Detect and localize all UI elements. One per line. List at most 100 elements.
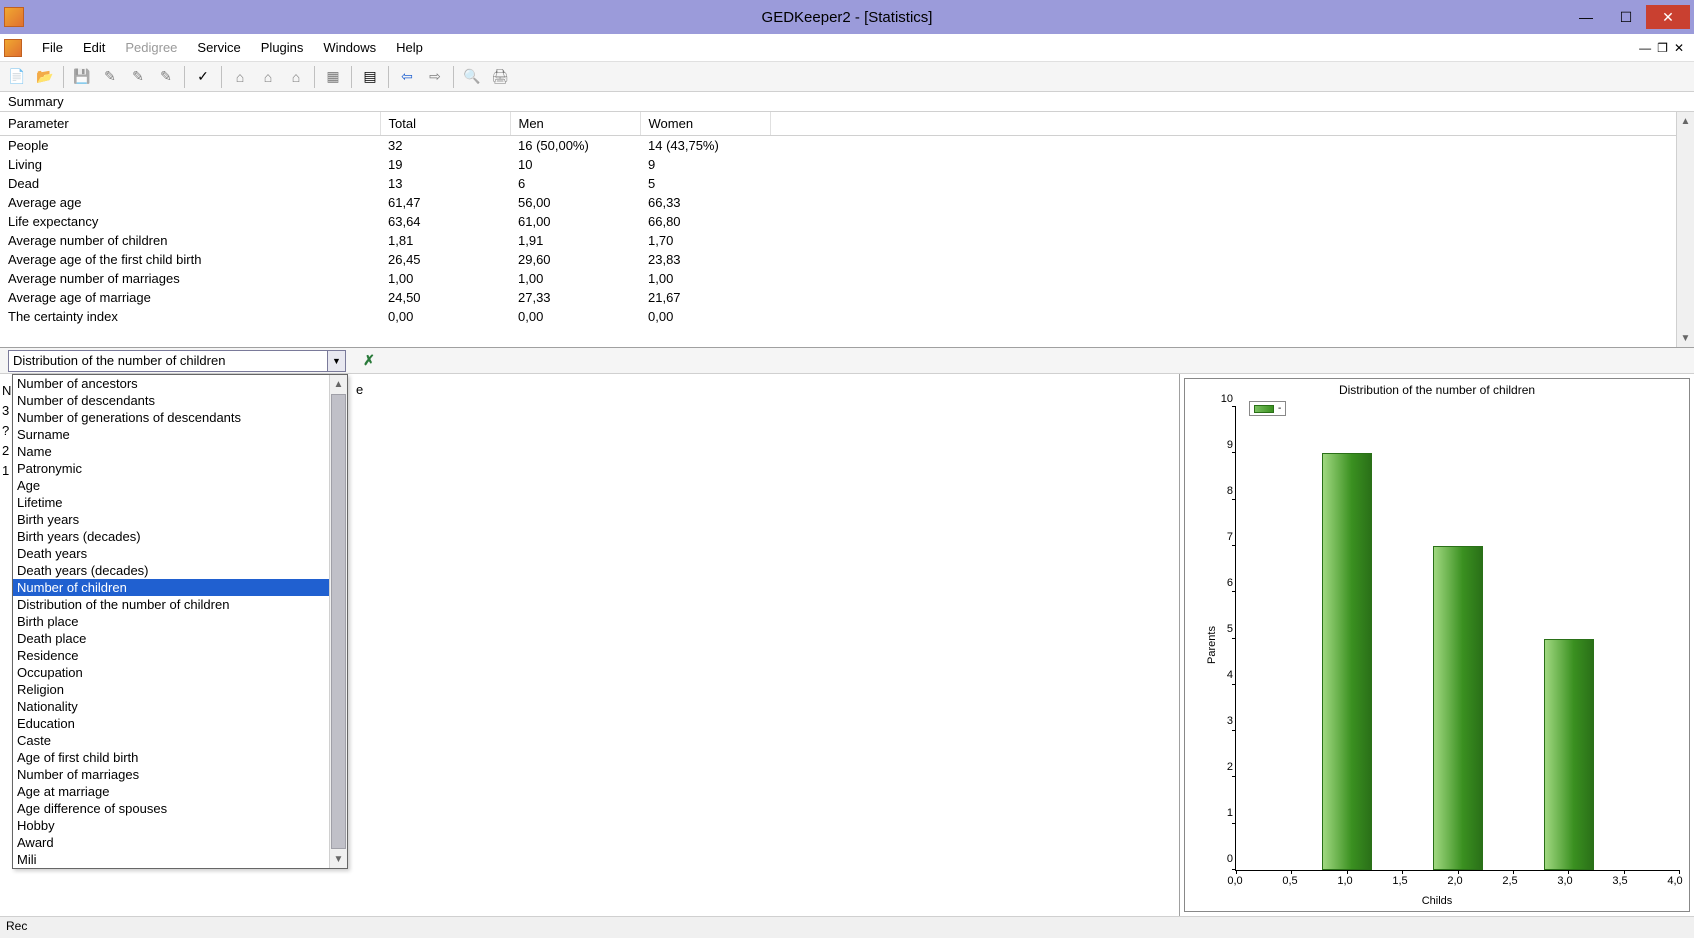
tree-ancestors-icon[interactable]: ⌂ bbox=[227, 65, 253, 89]
menu-edit[interactable]: Edit bbox=[73, 36, 115, 59]
header-total[interactable]: Total bbox=[380, 112, 510, 136]
dropdown-option[interactable]: Religion bbox=[13, 681, 329, 698]
dropdown-option[interactable]: Birth place bbox=[13, 613, 329, 630]
dropdown-option[interactable]: Occupation bbox=[13, 664, 329, 681]
dropdown-option[interactable]: Number of marriages bbox=[13, 766, 329, 783]
toolbar-separator bbox=[63, 66, 64, 88]
menu-windows[interactable]: Windows bbox=[313, 36, 386, 59]
print-icon[interactable]: 🖨 bbox=[487, 65, 513, 89]
table-cell: 29,60 bbox=[510, 250, 640, 269]
table-row[interactable]: Living19109 bbox=[0, 155, 1694, 174]
table-cell: 10 bbox=[510, 155, 640, 174]
dropdown-option[interactable]: Birth years bbox=[13, 511, 329, 528]
dropdown-option[interactable]: Age of first child birth bbox=[13, 749, 329, 766]
dropdown-option[interactable]: Age difference of spouses bbox=[13, 800, 329, 817]
dropdown-option[interactable]: Distribution of the number of children bbox=[13, 596, 329, 613]
table-cell: 9 bbox=[640, 155, 770, 174]
tree-descendants-icon[interactable]: ⌂ bbox=[255, 65, 281, 89]
table-cell: 32 bbox=[380, 136, 510, 156]
table-row[interactable]: Average age of marriage24,5027,3321,67 bbox=[0, 288, 1694, 307]
filter-icon[interactable]: ✓ bbox=[190, 65, 216, 89]
dropdown-option[interactable]: Mili bbox=[13, 851, 329, 868]
dropdown-option[interactable]: Number of generations of descendants bbox=[13, 409, 329, 426]
toolbar-separator bbox=[388, 66, 389, 88]
menu-file[interactable]: File bbox=[32, 36, 73, 59]
stats-icon[interactable]: ▤ bbox=[357, 65, 383, 89]
edit-record-icon[interactable]: ✎ bbox=[97, 65, 123, 89]
menu-help[interactable]: Help bbox=[386, 36, 433, 59]
dropdown-option[interactable]: Death years (decades) bbox=[13, 562, 329, 579]
header-women[interactable]: Women bbox=[640, 112, 770, 136]
scroll-thumb[interactable] bbox=[331, 394, 346, 849]
table-row[interactable]: Average number of children1,811,911,70 bbox=[0, 231, 1694, 250]
delete-record-icon[interactable]: ✎ bbox=[153, 65, 179, 89]
dropdown-option[interactable]: Number of descendants bbox=[13, 392, 329, 409]
table-cell: 66,33 bbox=[640, 193, 770, 212]
table-scrollbar[interactable]: ▲ ▼ bbox=[1676, 112, 1694, 347]
menu-service[interactable]: Service bbox=[187, 36, 250, 59]
table-row[interactable]: The certainty index0,000,000,00 bbox=[0, 307, 1694, 326]
x-tick-label: 4,0 bbox=[1667, 875, 1682, 887]
chevron-down-icon[interactable]: ▼ bbox=[328, 350, 346, 372]
export-excel-icon[interactable]: ✗ bbox=[358, 350, 380, 372]
dropdown-option[interactable]: Surname bbox=[13, 426, 329, 443]
maximize-button[interactable]: ☐ bbox=[1606, 5, 1646, 29]
scroll-up-icon[interactable]: ▲ bbox=[1677, 112, 1694, 130]
dropdown-option[interactable]: Residence bbox=[13, 647, 329, 664]
scroll-down-icon[interactable]: ▼ bbox=[330, 850, 347, 868]
dropdown-option[interactable]: Death place bbox=[13, 630, 329, 647]
dropdown-option[interactable]: Age bbox=[13, 477, 329, 494]
dropdown-option[interactable]: Caste bbox=[13, 732, 329, 749]
dropdown-option[interactable]: Age at marriage bbox=[13, 783, 329, 800]
close-button[interactable]: ✕ bbox=[1646, 5, 1690, 29]
dropdown-option[interactable]: Number of children bbox=[13, 579, 329, 596]
nav-back-icon[interactable]: ⇦ bbox=[394, 65, 420, 89]
chart-plot-area bbox=[1235, 407, 1679, 871]
distribution-dropdown-list[interactable]: Number of ancestorsNumber of descendants… bbox=[12, 374, 348, 869]
statusbar-text: Rec bbox=[6, 919, 27, 933]
dropdown-option[interactable]: Lifetime bbox=[13, 494, 329, 511]
menu-plugins[interactable]: Plugins bbox=[251, 36, 314, 59]
dropdown-option[interactable]: Nationality bbox=[13, 698, 329, 715]
distribution-combo[interactable]: Distribution of the number of children ▼ bbox=[8, 350, 346, 372]
dropdown-option[interactable]: Number of ancestors bbox=[13, 375, 329, 392]
add-record-icon[interactable]: ✎ bbox=[125, 65, 151, 89]
table-row[interactable]: Average age61,4756,0066,33 bbox=[0, 193, 1694, 212]
preview-icon[interactable]: 🔍 bbox=[459, 65, 485, 89]
open-file-icon[interactable]: 📂 bbox=[32, 65, 58, 89]
scroll-up-icon[interactable]: ▲ bbox=[330, 375, 347, 393]
x-tick-label: 3,0 bbox=[1557, 875, 1572, 887]
table-row[interactable]: Average number of marriages1,001,001,00 bbox=[0, 269, 1694, 288]
minimize-button[interactable]: — bbox=[1566, 5, 1606, 29]
nav-forward-icon[interactable]: ⇨ bbox=[422, 65, 448, 89]
mdi-minimize-button[interactable]: — bbox=[1639, 41, 1651, 55]
dropdown-option[interactable]: Birth years (decades) bbox=[13, 528, 329, 545]
dropdown-scrollbar[interactable]: ▲ ▼ bbox=[329, 375, 347, 868]
dropdown-option[interactable]: Education bbox=[13, 715, 329, 732]
table-row[interactable]: People3216 (50,00%)14 (43,75%) bbox=[0, 136, 1694, 156]
y-tick-label: 7 bbox=[1219, 531, 1233, 543]
dropdown-option[interactable]: Death years bbox=[13, 545, 329, 562]
header-men[interactable]: Men bbox=[510, 112, 640, 136]
chart-pane: Distribution of the number of children -… bbox=[1180, 374, 1694, 916]
dropdown-option[interactable]: Patronymic bbox=[13, 460, 329, 477]
table-row[interactable]: Dead1365 bbox=[0, 174, 1694, 193]
distribution-toolbar: Distribution of the number of children ▼… bbox=[0, 348, 1694, 374]
scroll-down-icon[interactable]: ▼ bbox=[1677, 329, 1694, 347]
table-row[interactable]: Average age of the first child birth26,4… bbox=[0, 250, 1694, 269]
save-icon[interactable]: 💾 bbox=[69, 65, 95, 89]
dropdown-option[interactable]: Name bbox=[13, 443, 329, 460]
mdi-restore-button[interactable]: ❐ bbox=[1657, 41, 1668, 55]
new-file-icon[interactable]: 📄 bbox=[4, 65, 30, 89]
tree-both-icon[interactable]: ⌂ bbox=[283, 65, 309, 89]
table-cell: 23,83 bbox=[640, 250, 770, 269]
dropdown-option[interactable]: Hobby bbox=[13, 817, 329, 834]
header-parameter[interactable]: Parameter bbox=[0, 112, 380, 136]
header-spacer bbox=[770, 112, 1694, 136]
combo-selected-text[interactable]: Distribution of the number of children bbox=[8, 350, 328, 372]
mdi-close-button[interactable]: ✕ bbox=[1674, 41, 1684, 55]
table-row[interactable]: Life expectancy63,6461,0066,80 bbox=[0, 212, 1694, 231]
menu-pedigree[interactable]: Pedigree bbox=[115, 36, 187, 59]
dropdown-option[interactable]: Award bbox=[13, 834, 329, 851]
pedigree-icon[interactable]: ▦ bbox=[320, 65, 346, 89]
